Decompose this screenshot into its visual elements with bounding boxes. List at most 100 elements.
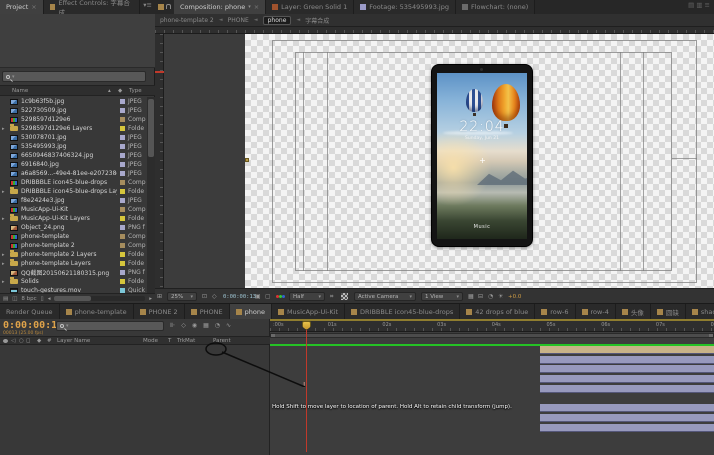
column-header-name[interactable]: Name [12,88,28,94]
audio-column-icon[interactable]: ◁ [11,338,15,344]
project-item-row[interactable]: phone-templateComp [0,232,147,241]
composition-miniflow-icon[interactable]: ⊪ [170,322,175,329]
column-header-layer-name[interactable]: Layer Name [57,338,90,344]
label-color-swatch[interactable] [120,252,125,257]
timeline-tab-shadow[interactable]: shadow [686,304,714,319]
column-header-type[interactable]: Type [129,88,142,94]
anchor-point-marker[interactable] [245,158,249,162]
panel-lock-icon[interactable] [155,0,174,14]
switches-column-icon[interactable]: ◆ [37,338,41,344]
choose-grid-icon[interactable]: ⊡ [202,293,207,301]
expand-arrow-icon[interactable]: ▸ [2,126,7,132]
snapshot-camera-icon[interactable]: ▣ [255,293,261,301]
project-item-row[interactable]: MusicApp-Ui-KitComp [0,205,147,214]
layer-duration-bar[interactable] [540,346,714,354]
project-bit-depth[interactable]: 8 bpc [21,296,36,302]
label-color-swatch[interactable] [120,216,125,221]
composition-viewport[interactable]: 22:04 Sunday, Jun 21 + Music [164,34,714,288]
expand-arrow-icon[interactable]: ▸ [2,279,7,285]
hscroll-left-icon[interactable]: ◂ [48,296,51,302]
label-color-swatch[interactable] [120,153,125,158]
column-header-trkmat[interactable]: TrkMat [177,338,195,344]
label-color-swatch[interactable] [120,225,125,230]
breadcrumb-item[interactable]: 字幕合成 [305,16,329,25]
timeline-tab-圆缺[interactable]: 圆缺 [651,304,686,319]
solo-column-icon[interactable]: ○ [19,338,24,344]
project-item-row[interactable]: 6650946837406324.jpgJPEG [0,151,147,160]
timeline-tab-row-6[interactable]: row-6 [535,304,575,319]
layer-duration-bar[interactable] [540,424,714,432]
label-color-swatch[interactable] [120,108,125,113]
timeline-timecode[interactable]: 0:00:00:13 [3,320,63,331]
tab-effect-controls[interactable]: Effect Controls: 字幕合成 [44,0,141,14]
layer-duration-bar[interactable] [540,414,714,422]
label-color-swatch[interactable] [120,144,125,149]
view-layout-select[interactable]: 1 View▾ [421,292,463,301]
project-item-row[interactable]: ▸phone-template LayersFolde [0,259,147,268]
project-scrollbar[interactable] [147,97,155,293]
trash-icon[interactable]: ▯ [41,296,44,302]
layer-duration-bar[interactable] [540,365,714,373]
tab-composition-phone[interactable]: Composition: phone▾× [174,0,266,14]
timeline-tab-musicapp-ui-kit[interactable]: MusicApp-Ui-Kit [272,304,345,319]
tab-footage[interactable]: Footage: 535495993.jpg [354,0,456,14]
pixel-aspect-icon[interactable]: ⊟ [478,293,483,301]
chevron-down-icon[interactable]: ▾ [248,4,251,10]
label-color-swatch[interactable] [120,198,125,203]
timeline-tab-头像[interactable]: 头像 [616,304,651,319]
ruler-guide-marker[interactable] [155,71,164,73]
label-color-swatch[interactable] [120,162,125,167]
motion-blur-icon[interactable]: ◔ [215,322,220,329]
magnification-select[interactable]: 25%▾ [167,292,197,301]
timeline-search-input[interactable]: ▾ [56,321,164,331]
label-color-swatch[interactable] [120,261,125,266]
column-header-mode[interactable]: Mode [143,338,158,344]
phone-mockup-layer[interactable]: 22:04 Sunday, Jun 21 + Music [431,64,533,247]
roi-icon[interactable]: ⌗ [330,293,333,301]
layer-duration-bar[interactable] [540,356,714,364]
panel-menu-icon[interactable]: ▾≡ [140,0,155,14]
show-snapshot-icon[interactable]: ▢ [265,293,271,301]
lock-column-icon[interactable]: ◻ [26,338,31,344]
project-item-row[interactable]: a6a8569...-49e4-81ee-e207238deca4.jpgJPE… [0,169,147,178]
project-item-row[interactable]: DRIBBBLE icon45-blue-dropsComp [0,178,147,187]
timeline-tab-phone-2[interactable]: PHONE 2 [134,304,185,319]
timeline-tab-dribbble-icon45-blue-drops[interactable]: DRIBBBLE icon45-blue-drops [345,304,460,319]
breadcrumb-item[interactable]: phone [263,16,292,25]
timeline-tab-render-queue[interactable]: Render Queue [0,304,60,319]
label-color-swatch[interactable] [120,189,125,194]
layer-duration-bar[interactable] [540,404,714,412]
exposure-icon[interactable]: ☀ [498,293,503,301]
interpret-footage-icon[interactable]: ▤ [3,296,8,302]
project-item-row[interactable]: 1c9b63f5b.jpgJPEG [0,97,147,106]
column-header-t[interactable]: T [168,338,171,344]
label-color-swatch[interactable] [120,171,125,176]
project-item-row[interactable]: touch-gestures.movQuick [0,286,147,293]
timeline-tab-42-drops-of-blue[interactable]: 42 drops of blue [460,304,535,319]
work-area-bar[interactable] [270,333,714,338]
expand-arrow-icon[interactable]: ▸ [2,261,7,267]
timeline-tab-phone[interactable]: PHONE [185,304,230,319]
fast-preview-icon[interactable]: ◔ [488,293,493,301]
label-color-swatch[interactable] [120,270,125,275]
project-search-input[interactable]: ▾ [2,71,146,82]
video-column-icon[interactable] [3,339,8,343]
mask-visibility-icon[interactable]: ◇ [212,293,217,301]
region-of-interest-icon[interactable]: ⊞ [157,293,162,301]
work-area-end-handle[interactable] [709,334,713,337]
project-item-row[interactable]: Object_24.pngPNG f [0,223,147,232]
new-folder-icon[interactable]: ◫ [12,296,17,302]
timeline-tab-row-4[interactable]: row-4 [576,304,616,319]
tab-flowchart[interactable]: Flowchart: (none) [456,0,535,14]
expand-arrow-icon[interactable]: ▸ [2,216,7,222]
project-item-row[interactable]: f8e2424e3.jpgJPEG [0,196,147,205]
camera-select[interactable]: Active Camera▾ [354,292,416,301]
project-item-row[interactable]: 535495993.jpgJPEG [0,142,147,151]
label-color-swatch[interactable] [120,135,125,140]
label-color-swatch[interactable] [120,99,125,104]
layer-duration-bar[interactable] [540,385,714,393]
project-item-row[interactable]: 5298597d129e6Comp [0,115,147,124]
close-icon[interactable]: × [31,3,36,11]
breadcrumb-item[interactable]: PHONE [228,17,249,24]
label-color-swatch[interactable] [120,243,125,248]
